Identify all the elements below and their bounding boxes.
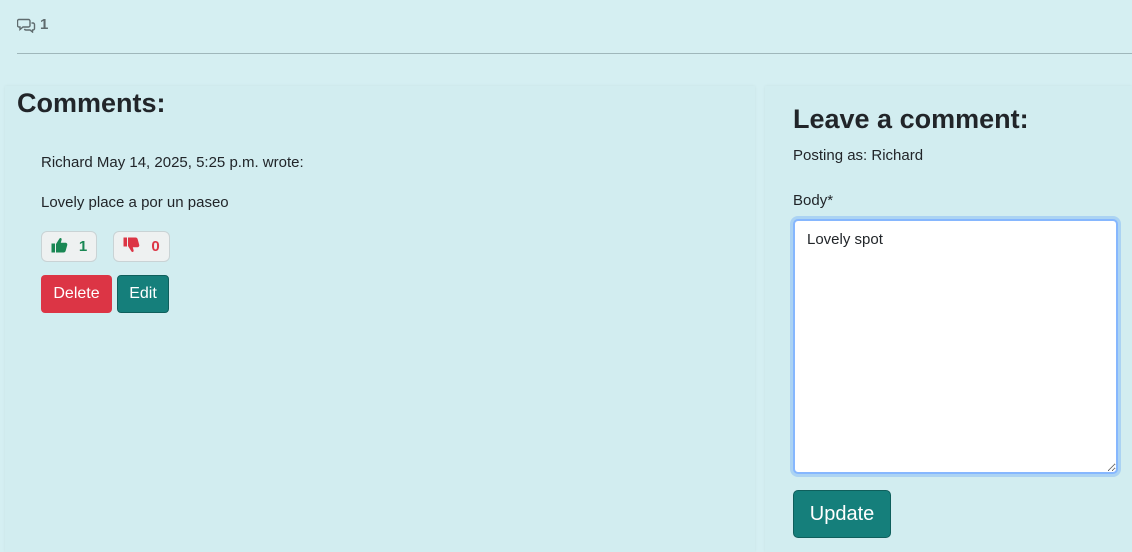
comments-heading: Comments: <box>17 88 166 118</box>
dislike-button[interactable]: 0 <box>113 231 170 262</box>
post-meta-bar: 1 <box>17 0 1132 54</box>
comment-body: Lovely place a por un paseo <box>41 194 229 211</box>
posting-as-text: Posting as: Richard <box>793 147 924 164</box>
dislike-count: 0 <box>151 238 160 255</box>
delete-button[interactable]: Delete <box>41 275 112 313</box>
edit-button[interactable]: Edit <box>117 275 169 313</box>
comment-meta: Richard May 14, 2025, 5:25 p.m. wrote: <box>41 154 304 171</box>
update-button[interactable]: Update <box>793 490 891 538</box>
like-count: 1 <box>78 238 88 255</box>
comment-body-textarea[interactable]: Lovely spot <box>793 219 1118 474</box>
comments-panel: Comments: Richard May 14, 2025, 5:25 p.m… <box>5 86 755 552</box>
thumbs-down-icon <box>123 237 140 257</box>
like-button[interactable]: 1 <box>41 231 97 262</box>
body-label: Body* <box>793 192 834 209</box>
comment-count: 1 <box>17 16 48 33</box>
thumbs-up-icon <box>51 237 68 257</box>
chat-bubbles-icon <box>17 17 36 33</box>
comment-form-heading: Leave a comment: <box>793 104 1029 134</box>
comment-count-value: 1 <box>40 16 49 33</box>
comment-form-panel: Leave a comment: Posting as: Richard Bod… <box>765 86 1132 552</box>
